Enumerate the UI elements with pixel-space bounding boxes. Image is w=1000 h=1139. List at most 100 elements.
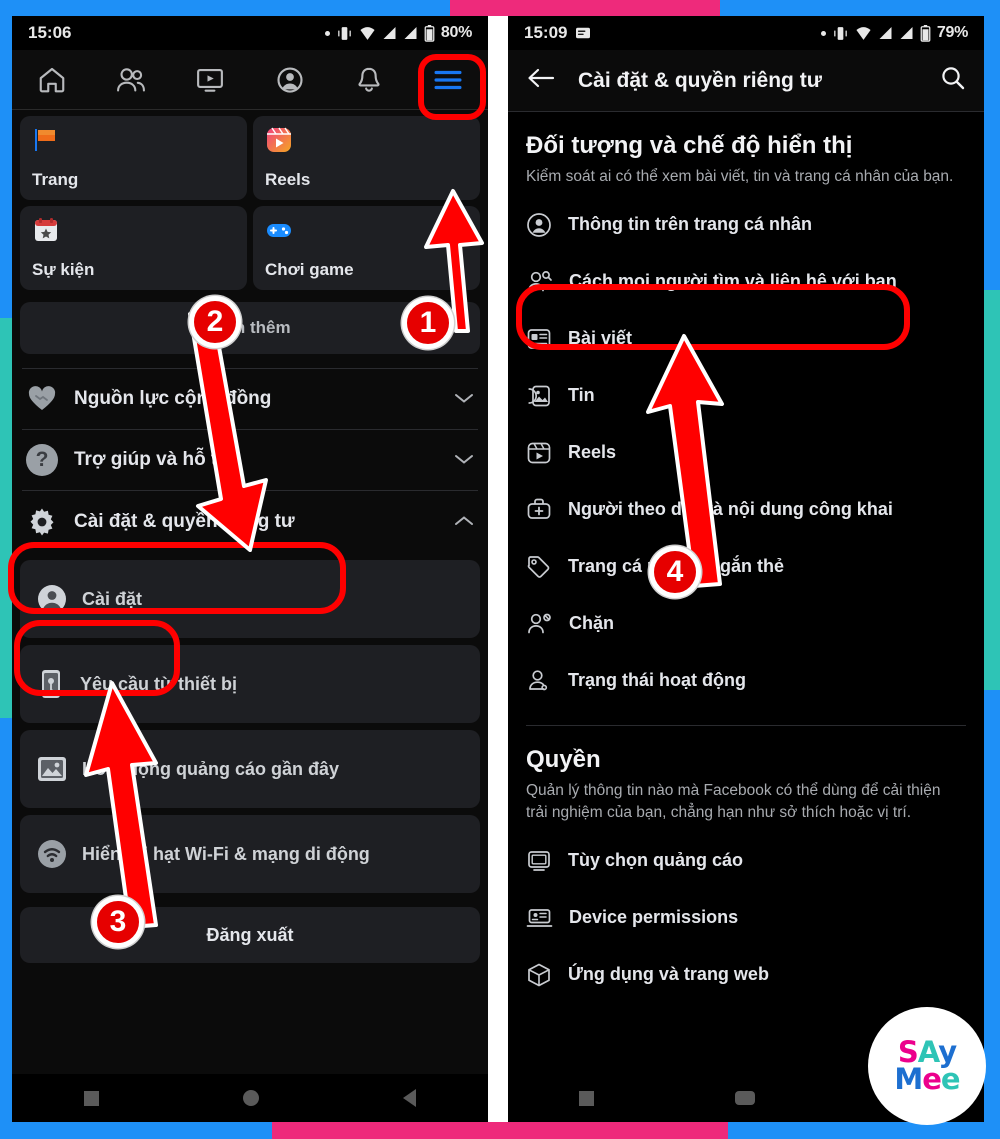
vibrate-icon <box>338 26 351 40</box>
shortcut-choi-game[interactable]: Chơi game <box>253 206 480 290</box>
section-title: Đối tượng và chế độ hiển thị <box>526 132 853 159</box>
home-button-icon[interactable] <box>243 1090 259 1106</box>
hamburger-menu-button[interactable] <box>420 60 476 100</box>
row-label: Cách mọi người tìm và liên hệ với bạn <box>569 271 897 291</box>
battery-icon <box>424 24 435 42</box>
shortcut-label: Trang <box>32 170 79 189</box>
shortcut-label: Reels <box>265 170 311 189</box>
tab-video[interactable] <box>182 60 238 100</box>
device-permissions-row[interactable]: Device permissions <box>508 889 984 946</box>
row-label: Ứng dụng và trang web <box>568 964 769 984</box>
row-label: Trạng thái hoạt động <box>568 670 746 690</box>
page-title: Cài đặt & quyền riêng tư <box>578 68 822 92</box>
ad-preferences-row[interactable]: Tùy chọn quảng cáo <box>508 832 984 889</box>
search-button[interactable] <box>940 65 966 96</box>
wifi-icon <box>38 840 66 868</box>
home-button-icon[interactable] <box>735 1091 756 1105</box>
frame-bottom-blue-right <box>728 1122 1000 1139</box>
device-permissions-icon <box>526 908 553 927</box>
ad-activity-icon <box>38 757 66 781</box>
device-requests-card[interactable]: Yêu cầu từ thiết bị <box>20 645 480 723</box>
reels-row[interactable]: Reels <box>508 424 984 481</box>
dot-icon <box>820 30 826 36</box>
left-status-bar: 15:06 80% <box>12 16 488 50</box>
left-phone-screenshot: 15:06 80% Trang Reels Sự kiện Chơi game … <box>12 16 488 1122</box>
frame-right-blue-top <box>984 0 1000 290</box>
status-time: 15:09 <box>524 23 568 42</box>
back-button[interactable] <box>526 66 556 95</box>
frame-left-blue-bottom <box>0 718 12 1139</box>
right-status-bar: 15:09 79% <box>508 16 984 50</box>
left-scroll-area[interactable]: Trang Reels Sự kiện Chơi game Xem thêm N… <box>12 110 488 1074</box>
shortcut-label: Chơi game <box>265 260 354 279</box>
frame-top-blue-right <box>720 0 1000 16</box>
shortcuts-grid: Trang Reels Sự kiện Chơi game <box>12 110 488 290</box>
profile-icon <box>277 66 303 93</box>
story-icon <box>528 385 550 406</box>
chevron-down-icon <box>454 389 474 409</box>
followers-public-content-row[interactable]: Người theo dõi và nội dung công khai <box>508 481 984 538</box>
posts-icon <box>527 328 551 349</box>
step-badge-4: 4 <box>649 546 701 598</box>
tab-notifications[interactable] <box>341 60 397 100</box>
tab-home[interactable] <box>24 60 80 100</box>
left-android-navbar <box>12 1074 488 1122</box>
posts-row[interactable]: Bài viết <box>508 310 984 367</box>
shortcut-reels[interactable]: Reels <box>253 116 480 200</box>
profile-info-row[interactable]: Thông tin trên trang cá nhân <box>508 196 984 253</box>
row-label: Tùy chọn quảng cáo <box>568 850 744 870</box>
logout-button[interactable]: Đăng xuất <box>20 907 480 963</box>
card-label: Cài đặt <box>82 588 143 609</box>
shortcut-su-kien[interactable]: Sự kiện <box>20 206 247 290</box>
home-icon <box>39 67 64 92</box>
blocking-row[interactable]: Chặn <box>508 595 984 652</box>
step-badge-3: 3 <box>92 896 144 948</box>
settings-card[interactable]: Cài đặt <box>20 560 480 638</box>
settings-content[interactable]: Đối tượng và chế độ hiển thị Kiểm soát a… <box>508 112 984 1003</box>
watermark-line-2: Mee <box>894 1062 960 1096</box>
active-status-row[interactable]: Trạng thái hoạt động <box>508 652 984 709</box>
right-phone-screenshot: 15:09 79% Cài đặt & quyền riêng tư Đối t… <box>508 16 984 1122</box>
frame-right-teal <box>984 290 1000 690</box>
help-support-row[interactable]: ? Trợ giúp và hỗ trợ <box>12 430 488 490</box>
monitor-icon <box>528 850 550 871</box>
row-label: Người theo dõi và nội dung công khai <box>568 499 893 519</box>
flag-icon <box>35 129 55 151</box>
settings-privacy-row[interactable]: Cài đặt & quyền riêng tư <box>12 491 488 553</box>
how-people-find-you-row[interactable]: Cách mọi người tìm và liên hệ với bạn <box>508 253 984 310</box>
stories-row[interactable]: Tin <box>508 367 984 424</box>
gamepad-icon <box>267 224 291 237</box>
saymee-watermark: SAy Mee <box>868 1007 986 1125</box>
apps-websites-row[interactable]: Ứng dụng và trang web <box>508 946 984 1003</box>
profile-tagging-row[interactable]: Trang cá nhân và gắn thẻ <box>508 538 984 595</box>
recents-icon[interactable] <box>578 1090 594 1106</box>
step-badge-2: 2 <box>189 296 241 348</box>
friends-icon <box>117 67 145 92</box>
wifi-mobile-data-card[interactable]: Hiển thị hạt Wi-Fi & mạng di động <box>20 815 480 893</box>
recents-icon[interactable] <box>84 1090 99 1106</box>
hamburger-menu-icon <box>434 70 462 89</box>
video-icon <box>197 68 224 92</box>
tab-friends[interactable] <box>103 60 159 100</box>
frame-right-blue-bottom <box>984 690 1000 1139</box>
card-label: Yêu cầu từ thiết bị <box>80 673 238 694</box>
chevron-up-icon <box>454 512 474 532</box>
row-label: Reels <box>568 442 617 462</box>
shortcut-trang[interactable]: Trang <box>20 116 247 200</box>
back-button-icon[interactable] <box>403 1089 416 1107</box>
handshake-heart-icon <box>26 383 58 415</box>
person-active-icon <box>529 669 548 690</box>
community-resources-row[interactable]: Nguồn lực cộng đồng <box>12 369 488 429</box>
battery-icon <box>920 24 931 42</box>
recent-ad-activity-card[interactable]: Hoạt động quảng cáo gần đây <box>20 730 480 808</box>
card-label: Hiển thị hạt Wi-Fi & mạng di động <box>82 843 370 864</box>
menu-label: Cài đặt & quyền riêng tư <box>74 511 295 532</box>
step-badge-1: 1 <box>402 297 454 349</box>
cube-icon <box>528 963 550 986</box>
signal-icon <box>404 27 417 39</box>
reels-icon <box>527 442 551 463</box>
vibrate-icon <box>834 26 847 40</box>
section-title: Quyền <box>526 746 601 773</box>
status-time: 15:06 <box>28 23 72 42</box>
tab-profile[interactable] <box>262 60 318 100</box>
